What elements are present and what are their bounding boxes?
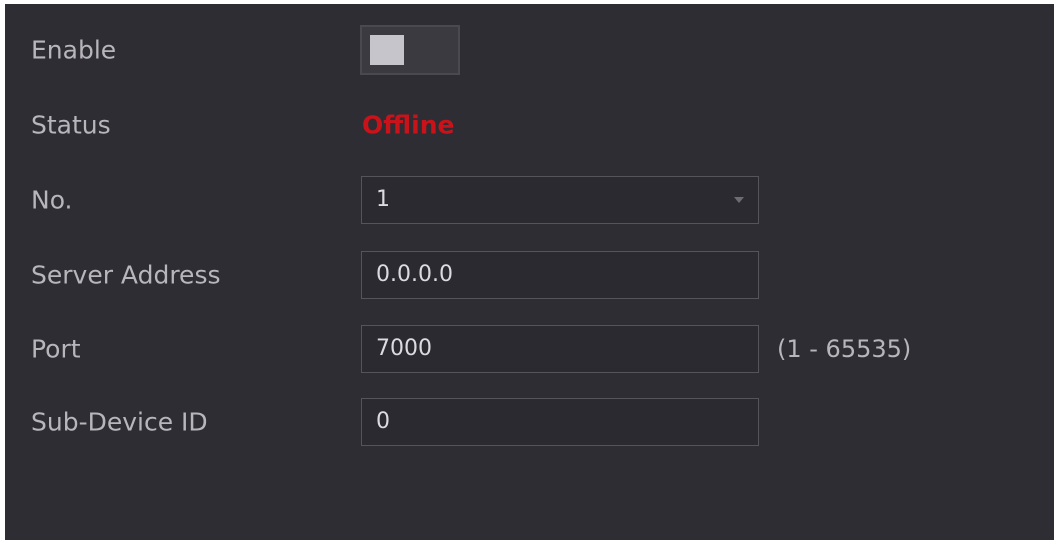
no-select[interactable]: 1	[361, 176, 759, 224]
sub-device-id-label: Sub-Device ID	[31, 407, 208, 437]
no-select-value: 1	[376, 187, 390, 212]
server-address-label: Server Address	[31, 260, 221, 290]
sub-device-id-row: Sub-Device ID 0	[5, 397, 1054, 447]
settings-panel: Enable Status Offline No. 1 Server Addre…	[5, 4, 1054, 540]
port-input[interactable]: 7000	[361, 325, 759, 373]
port-row: Port 7000 (1 - 65535)	[5, 324, 1054, 374]
enable-row: Enable	[5, 25, 1054, 75]
port-range-hint: (1 - 65535)	[777, 335, 912, 363]
status-label: Status	[31, 110, 111, 140]
sub-device-id-input[interactable]: 0	[361, 398, 759, 446]
server-address-row: Server Address 0.0.0.0	[5, 250, 1054, 300]
status-value: Offline	[362, 110, 455, 140]
enable-toggle[interactable]	[360, 25, 460, 75]
no-row: No. 1	[5, 175, 1054, 225]
toggle-knob	[370, 35, 404, 65]
server-address-input[interactable]: 0.0.0.0	[361, 251, 759, 299]
status-row: Status Offline	[5, 100, 1054, 150]
port-label: Port	[31, 334, 81, 364]
no-label: No.	[31, 185, 73, 215]
chevron-down-icon	[734, 197, 744, 203]
enable-label: Enable	[31, 35, 117, 65]
